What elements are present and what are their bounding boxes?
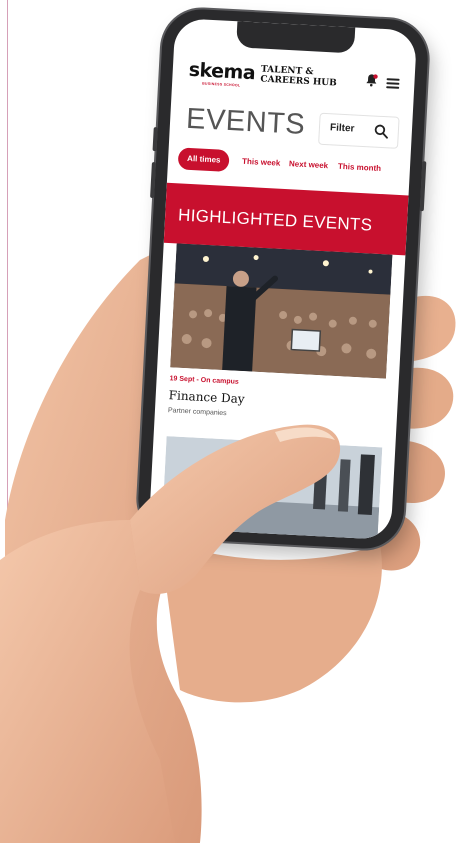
logo-subtext: BUSINESS SCHOOL [202, 81, 241, 88]
event-category: Partner companies [167, 407, 227, 418]
volume-button [150, 161, 156, 199]
event-image-2[interactable] [161, 436, 383, 540]
volume-button [152, 127, 158, 152]
app-header: skema BUSINESS SCHOOL TALENT & CAREERS H… [172, 48, 416, 103]
phone-screen: skema BUSINESS SCHOOL TALENT & CAREERS H… [148, 18, 418, 540]
event-image[interactable] [170, 243, 393, 379]
phone-device: skema BUSINESS SCHOOL TALENT & CAREERS H… [136, 7, 430, 551]
skema-logo[interactable]: skema [188, 59, 256, 84]
hub-title: TALENT & CAREERS HUB [260, 65, 337, 89]
filter-label: Filter [329, 122, 355, 135]
phone-notch [236, 21, 356, 54]
bell-icon[interactable] [364, 73, 379, 88]
tab-this-week[interactable]: This week [242, 151, 281, 175]
time-filter-tabs: All times This week Next week This month [177, 147, 410, 183]
event-title[interactable]: Finance Day [168, 388, 245, 406]
event-date: 19 Sept - On campus [169, 375, 239, 386]
filter-button[interactable]: Filter [318, 112, 400, 149]
tab-all-times[interactable]: All times [177, 147, 231, 173]
tab-this-month[interactable]: This month [337, 156, 382, 180]
menu-icon[interactable] [386, 78, 400, 89]
search-icon[interactable] [373, 124, 389, 140]
page-title: EVENTS [185, 102, 306, 141]
tab-next-week[interactable]: Next week [288, 153, 329, 177]
